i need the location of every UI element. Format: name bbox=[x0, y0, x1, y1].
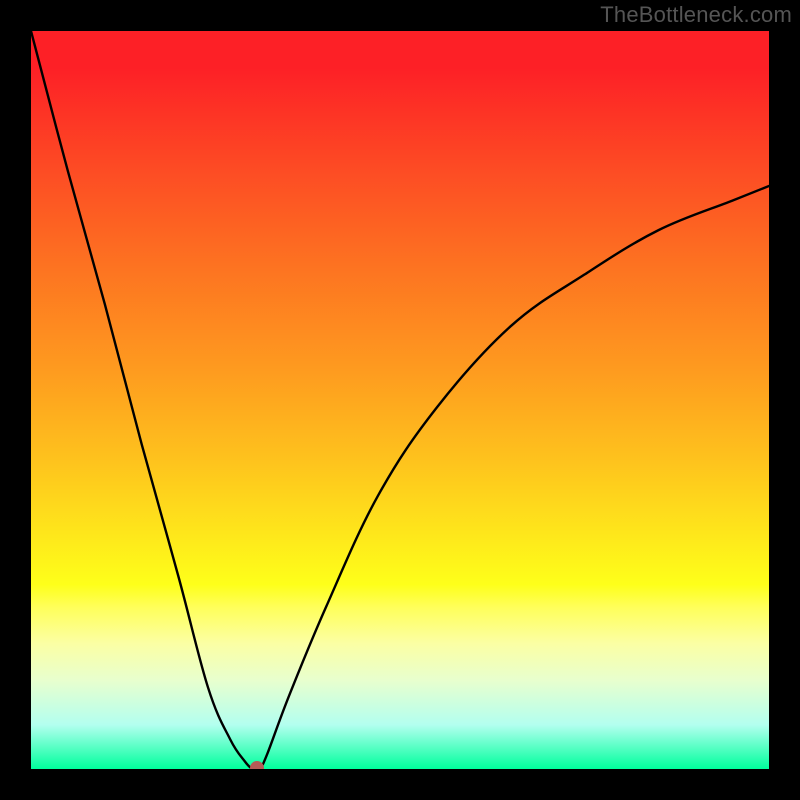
watermark-text: TheBottleneck.com bbox=[600, 2, 792, 28]
curve-path bbox=[31, 31, 769, 769]
curve-svg bbox=[31, 31, 769, 769]
plot-area bbox=[31, 31, 769, 769]
chart-stage: TheBottleneck.com bbox=[0, 0, 800, 800]
